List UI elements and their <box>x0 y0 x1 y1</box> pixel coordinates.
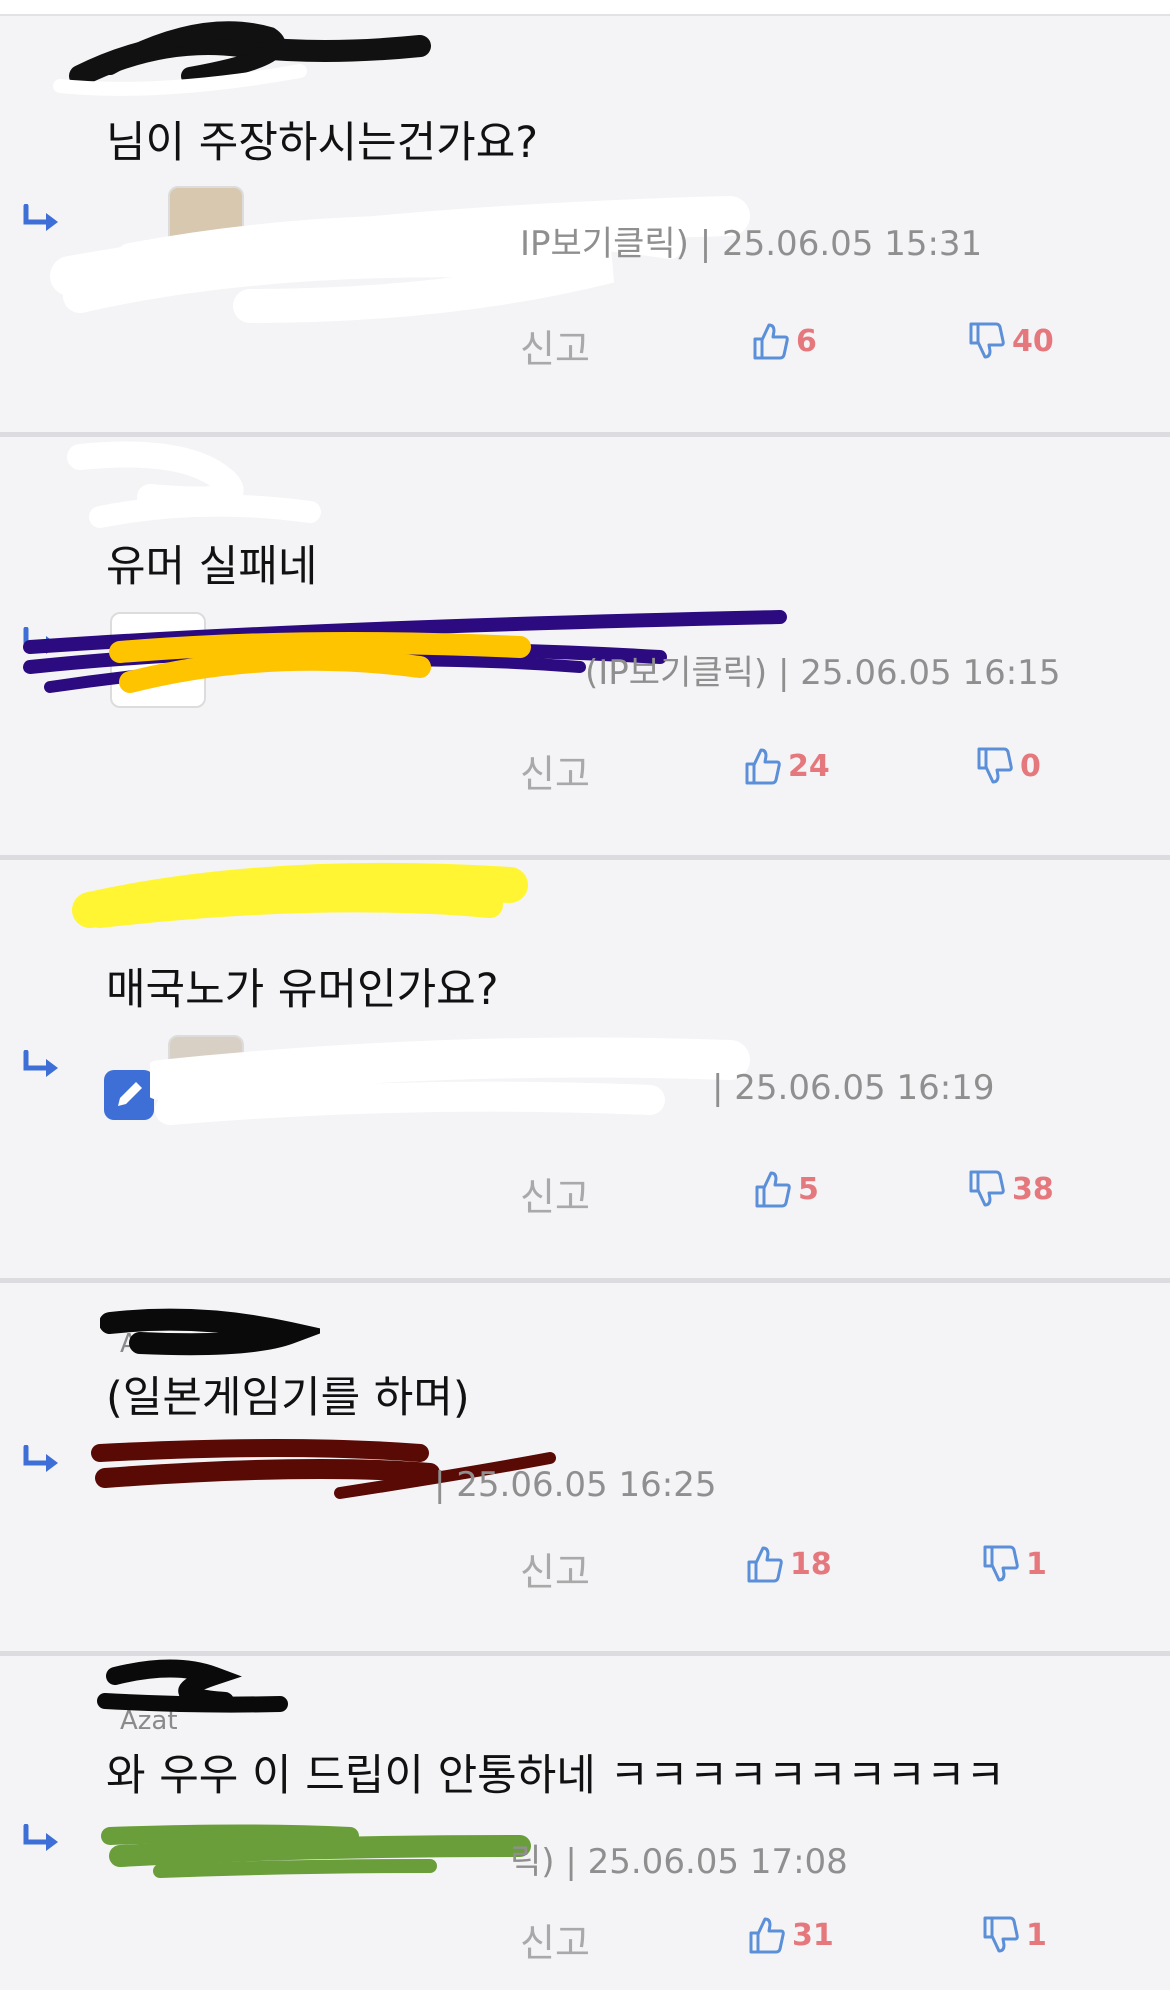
comment-text: (일본게임기를 하며) <box>106 1373 470 1423</box>
report-button[interactable]: 신고 <box>520 1541 590 1596</box>
downvote-button[interactable]: 1 <box>982 1915 1047 1955</box>
comment-item: 매국노가 유머인가요? | 25.06.05 16:19 신고 5 38 <box>0 860 1170 1278</box>
thumbs-up-icon <box>745 748 781 785</box>
thumbs-down-icon <box>969 322 1005 359</box>
report-button[interactable]: 신고 <box>520 1912 590 1967</box>
report-button[interactable]: 신고 <box>520 1166 590 1221</box>
downvote-count: 40 <box>1012 323 1054 359</box>
comment-meta: | 25.06.05 16:25 <box>434 1465 717 1505</box>
comment-meta: 릭) | 25.06.05 17:08 <box>510 1842 848 1882</box>
downvote-button[interactable]: 38 <box>968 1169 1054 1209</box>
thumbs-up-icon <box>755 1171 791 1208</box>
thumbs-up-icon <box>747 1546 783 1583</box>
downvote-button[interactable]: 1 <box>982 1544 1047 1584</box>
comment-text: 와 우우 이 드립이 안통하네 ㅋㅋㅋㅋㅋㅋㅋㅋㅋㅋ <box>106 1751 1006 1801</box>
upvote-count: 31 <box>792 1917 834 1953</box>
upvote-count: 5 <box>798 1171 819 1207</box>
comment-item: Az (일본게임기를 하며) | 25.06.05 16:25 신고 18 1 <box>0 1283 1170 1653</box>
upvote-button[interactable]: 18 <box>746 1544 832 1584</box>
redaction-scribble <box>72 862 528 928</box>
upvote-button[interactable]: 6 <box>752 321 817 361</box>
redaction-scribble <box>67 441 321 528</box>
thumbs-down-icon <box>977 747 1013 784</box>
thumbs-up-icon <box>749 1917 785 1954</box>
reply-arrow-icon <box>23 1445 58 1472</box>
downvote-count: 38 <box>1012 1171 1054 1207</box>
comment-item: 님이 주장하시는건가요? IP보기클릭) | 25.06.05 15:31 신고… <box>0 16 1170 432</box>
downvote-button[interactable]: 40 <box>968 321 1054 361</box>
top-border <box>0 0 1170 16</box>
thumbs-down-icon <box>983 1916 1019 1953</box>
edit-icon <box>104 1070 154 1120</box>
upvote-count: 18 <box>790 1546 832 1582</box>
comment-text: 님이 주장하시는건가요? <box>106 118 539 168</box>
comment-meta: | 25.06.05 16:19 <box>712 1068 995 1108</box>
upvote-button[interactable]: 5 <box>754 1169 819 1209</box>
upvote-button[interactable]: 31 <box>748 1915 834 1955</box>
comment-meta: IP보기클릭) | 25.06.05 15:31 <box>520 224 983 264</box>
comment-meta: (IP보기클릭) | 25.06.05 16:15 <box>585 653 1061 693</box>
redaction-scribble <box>150 1037 750 1125</box>
reply-arrow-icon <box>23 1824 58 1851</box>
thumbs-down-icon <box>983 1545 1019 1582</box>
downvote-button[interactable]: 0 <box>976 746 1041 786</box>
redaction-scribble <box>53 21 431 96</box>
redaction-scribble <box>101 1824 531 1878</box>
comment-text: 유머 실패네 <box>106 542 318 592</box>
thumbs-down-icon <box>969 1170 1005 1207</box>
upvote-button[interactable]: 24 <box>744 746 830 786</box>
comment-text: 매국노가 유머인가요? <box>106 965 499 1015</box>
redaction-scribble <box>100 1308 320 1356</box>
upvote-count: 24 <box>788 748 830 784</box>
downvote-count: 1 <box>1026 1917 1047 1953</box>
downvote-count: 1 <box>1026 1546 1047 1582</box>
comment-item: Azat 와 우우 이 드립이 안통하네 ㅋㅋㅋㅋㅋㅋㅋㅋㅋㅋ 릭) | 25.… <box>0 1656 1170 1990</box>
upvote-count: 6 <box>796 323 817 359</box>
thumbs-up-icon <box>753 323 789 360</box>
reply-arrow-icon <box>23 1050 58 1077</box>
redaction-scribble <box>97 1659 288 1713</box>
downvote-count: 0 <box>1020 748 1041 784</box>
comment-item: 유머 실패네 (IP보기클릭) | 25.06.05 16:15 신고 24 0 <box>0 437 1170 855</box>
report-button[interactable]: 신고 <box>520 318 590 373</box>
report-button[interactable]: 신고 <box>520 743 590 798</box>
